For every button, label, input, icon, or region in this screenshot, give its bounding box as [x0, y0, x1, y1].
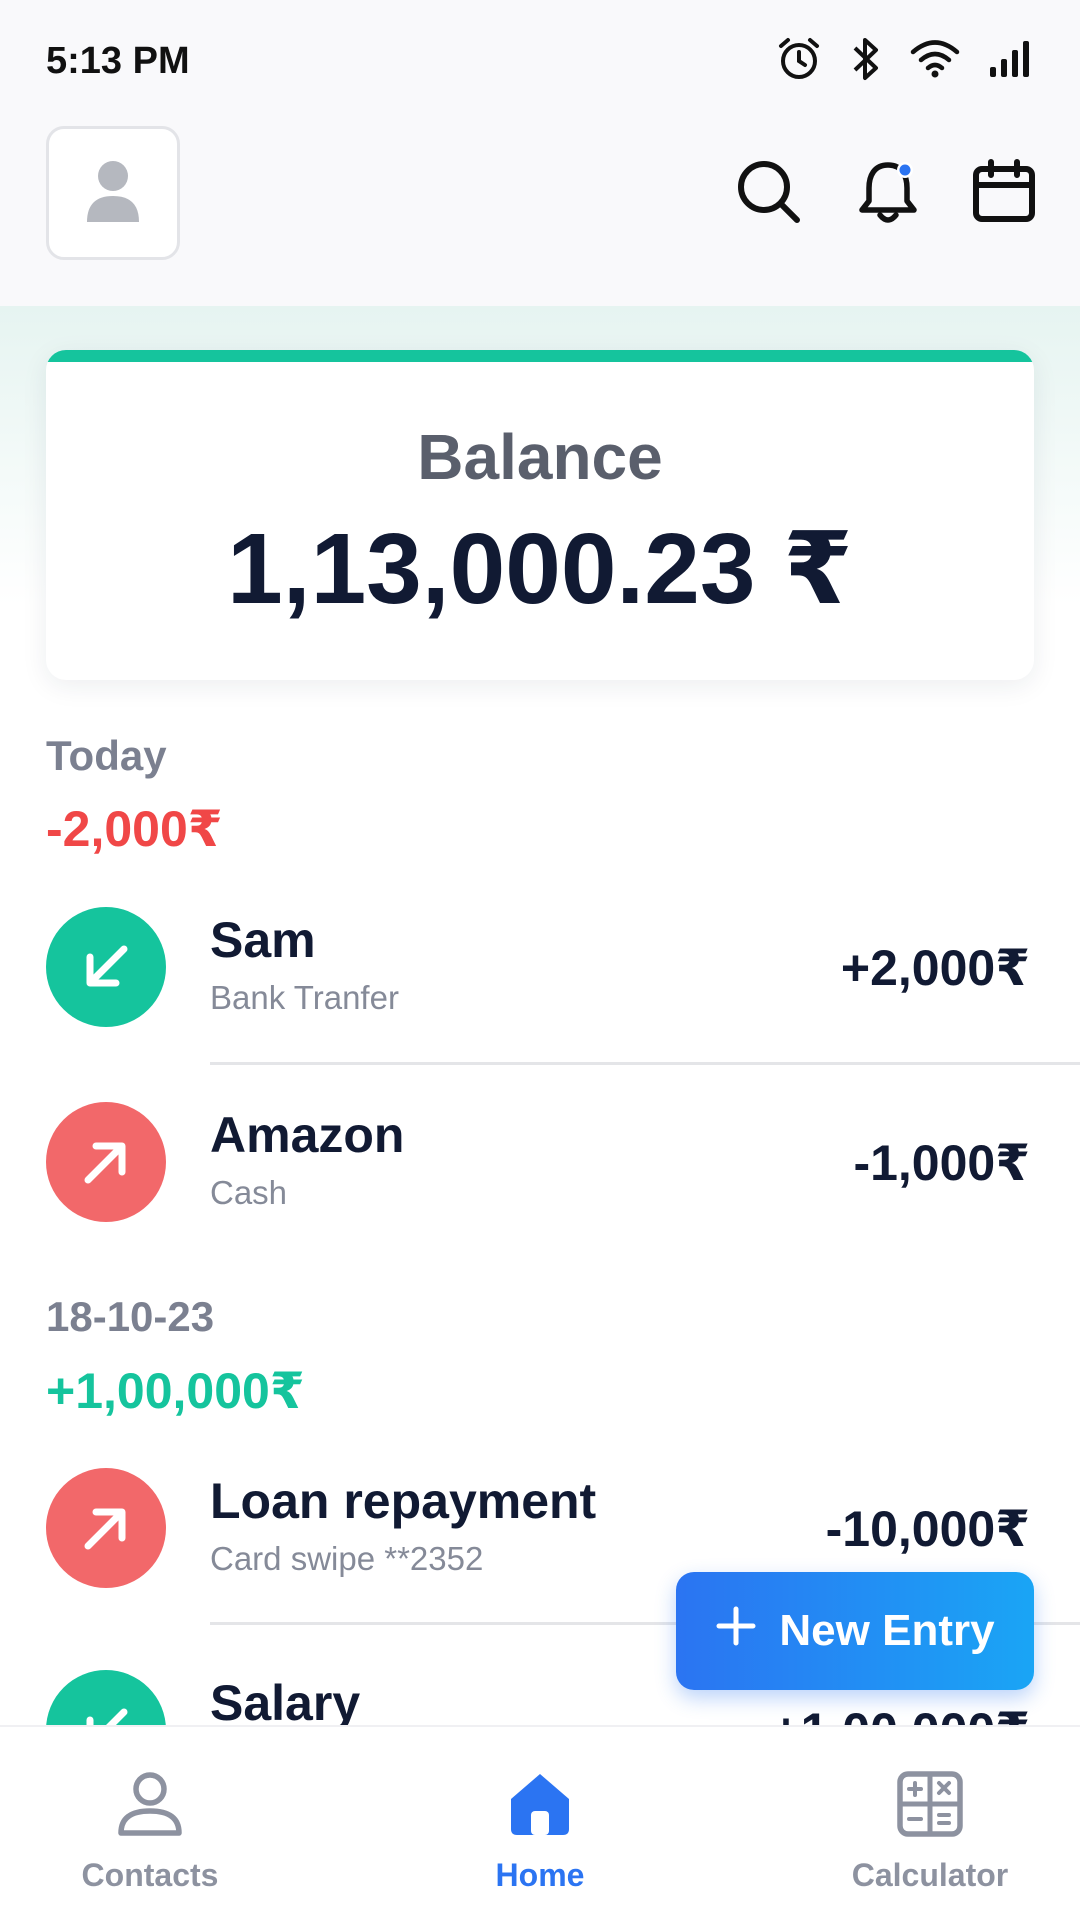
new-entry-label: New Entry [779, 1606, 995, 1655]
status-bar: 5:13 PM [0, 0, 1080, 120]
search-button[interactable] [733, 158, 805, 230]
balance-accent-bar [46, 350, 1034, 362]
profile-avatar-button[interactable] [46, 126, 180, 260]
balance-amount: 1,13,000.23 ₹ [227, 513, 853, 625]
wifi-icon [910, 39, 960, 79]
incoming-arrow-icon [46, 907, 166, 1027]
transaction-row[interactable]: Amazon Cash -1,000₹ [0, 1092, 1080, 1232]
person-icon [115, 1769, 185, 1844]
bluetooth-icon [850, 36, 882, 82]
outgoing-arrow-icon [46, 1102, 166, 1222]
section-total: +1,00,000₹ [46, 1363, 305, 1419]
transaction-amount: +2,000₹ [840, 940, 1030, 996]
nav-calculator[interactable]: Calculator [800, 1767, 1060, 1894]
status-icons [776, 36, 1030, 82]
notification-bell-icon [856, 157, 920, 232]
bottom-navigation: Contacts Home Calculator [0, 1725, 1080, 1920]
app-header [0, 120, 1080, 306]
calendar-icon [971, 158, 1037, 230]
home-icon [505, 1769, 575, 1844]
section-date-today: Today [46, 732, 167, 779]
transaction-name: Amazon [210, 1107, 405, 1163]
nav-contacts[interactable]: Contacts [20, 1767, 280, 1894]
row-divider [210, 1062, 1080, 1065]
transaction-name: Sam [210, 912, 316, 968]
new-entry-button[interactable]: New Entry [676, 1572, 1034, 1690]
transaction-amount: -1,000₹ [853, 1135, 1030, 1191]
calendar-button[interactable] [968, 158, 1040, 230]
balance-card: Balance 1,13,000.23 ₹ [46, 350, 1034, 680]
status-time: 5:13 PM [46, 40, 190, 82]
transaction-name: Loan repayment [210, 1473, 597, 1529]
nav-home[interactable]: Home [410, 1767, 670, 1894]
search-icon [735, 158, 803, 231]
section-date: 18-10-23 [46, 1293, 215, 1340]
transaction-amount: -10,000₹ [825, 1501, 1030, 1557]
section-total-today: -2,000₹ [46, 801, 223, 857]
nav-calculator-label: Calculator [851, 1857, 1009, 1893]
notifications-button[interactable] [852, 158, 924, 230]
nav-home-label: Home [495, 1857, 585, 1893]
transaction-name: Salary [210, 1675, 361, 1731]
transaction-method: Bank Tranfer [210, 979, 399, 1016]
transaction-method: Cash [210, 1174, 288, 1211]
outgoing-arrow-icon [46, 1468, 166, 1588]
nav-contacts-label: Contacts [81, 1857, 219, 1893]
transaction-row[interactable]: Sam Bank Tranfer +2,000₹ [0, 897, 1080, 1037]
user-avatar-icon [83, 158, 143, 229]
calculator-icon [895, 1769, 965, 1844]
balance-label: Balance [417, 421, 663, 493]
signal-icon [988, 39, 1030, 79]
transaction-method: Card swipe **2352 [210, 1540, 484, 1577]
plus-icon [715, 1605, 757, 1658]
alarm-icon [776, 36, 822, 82]
